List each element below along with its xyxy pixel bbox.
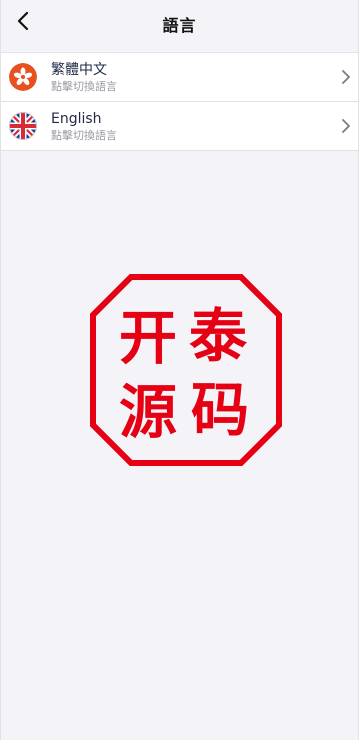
hong-kong-flag-icon (9, 63, 37, 91)
seal-char-1: 开 (119, 304, 178, 372)
language-label: English (51, 111, 102, 127)
language-screen: 語言 繁體中文 點擊切換語言 English 點擊切換語言 开 泰 源 码 (0, 0, 359, 740)
seal-char-4: 码 (191, 376, 250, 444)
navigation-bar: 語言 (1, 0, 358, 46)
language-list: 繁體中文 點擊切換語言 English 點擊切換語言 (1, 52, 358, 151)
language-subtitle: 點擊切換語言 (51, 80, 117, 93)
language-item-english[interactable]: English 點擊切換語言 (1, 102, 358, 151)
language-subtitle: 點擊切換語言 (51, 129, 117, 142)
page-title: 語言 (162, 16, 197, 35)
seal-watermark: 开 泰 源 码 (89, 273, 283, 467)
seal-char-2: 泰 (189, 302, 248, 370)
seal-char-3: 源 (119, 378, 178, 446)
chevron-right-icon (340, 69, 352, 85)
uk-flag-icon (9, 112, 37, 140)
language-item-traditional-chinese[interactable]: 繁體中文 點擊切換語言 (1, 53, 358, 102)
chevron-right-icon (340, 118, 352, 134)
language-label: 繁體中文 (51, 62, 107, 78)
